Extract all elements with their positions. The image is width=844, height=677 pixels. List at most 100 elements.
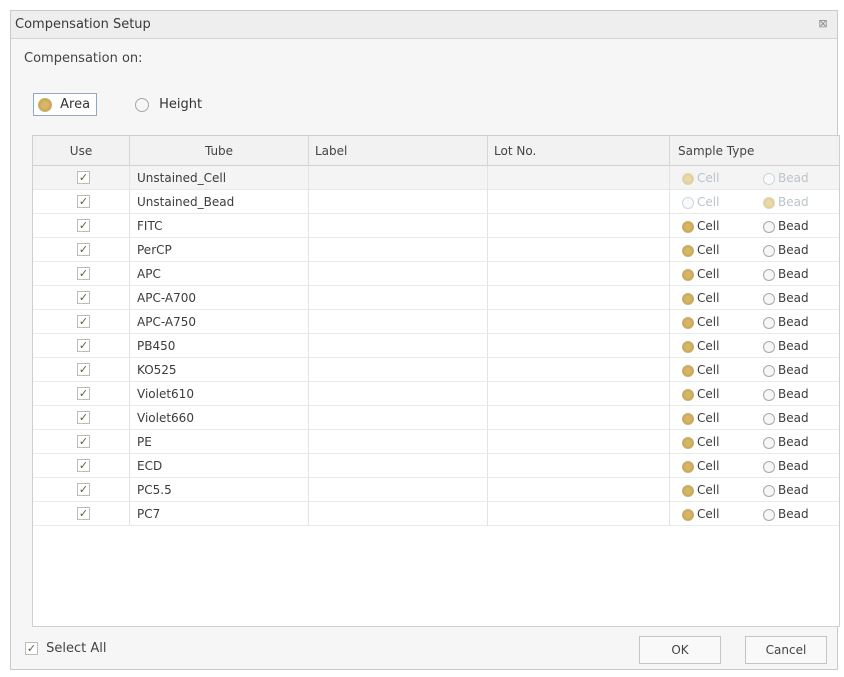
cancel-button[interactable]: Cancel [745, 636, 827, 664]
select-all-check-icon[interactable]: ✓ [25, 642, 38, 655]
sample-type-cell-option[interactable]: Cell [682, 430, 719, 454]
column-header-label[interactable]: Label [309, 136, 488, 166]
bead-radio-icon[interactable] [763, 436, 775, 449]
cell-radio-icon[interactable] [682, 388, 694, 401]
height-radio-icon[interactable] [135, 97, 149, 112]
use-checkbox[interactable]: ✓ [77, 459, 90, 472]
lot-cell[interactable] [488, 286, 670, 310]
bead-radio-icon[interactable] [763, 412, 775, 425]
label-cell[interactable] [309, 310, 488, 334]
sample-type-bead-option[interactable]: Bead [763, 430, 809, 454]
sample-type-cell-option[interactable]: Cell [682, 406, 719, 430]
lot-cell[interactable] [488, 190, 670, 214]
label-cell[interactable] [309, 214, 488, 238]
bead-radio-icon[interactable] [763, 340, 775, 353]
sample-type-cell-option[interactable]: Cell [682, 358, 719, 382]
sample-type-bead-option[interactable]: Bead [763, 286, 809, 310]
use-checkbox[interactable]: ✓ [77, 483, 90, 496]
use-checkbox[interactable]: ✓ [77, 339, 90, 352]
sample-type-cell-option[interactable]: Cell [682, 310, 719, 334]
table-row[interactable]: ✓ FITC Cell Bead [33, 214, 839, 238]
use-checkbox[interactable]: ✓ [77, 195, 90, 208]
label-cell[interactable] [309, 286, 488, 310]
lot-cell[interactable] [488, 478, 670, 502]
cell-radio-icon[interactable] [682, 460, 694, 473]
table-row[interactable]: ✓ APC Cell Bead [33, 262, 839, 286]
table-row[interactable]: ✓ Violet610 Cell Bead [33, 382, 839, 406]
lot-cell[interactable] [488, 166, 670, 190]
ok-button[interactable]: OK [639, 636, 721, 664]
table-row[interactable]: ✓ KO525 Cell Bead [33, 358, 839, 382]
label-cell[interactable] [309, 334, 488, 358]
sample-type-cell-option[interactable]: Cell [682, 262, 719, 286]
close-icon[interactable]: ⊠ [817, 18, 829, 30]
bead-radio-icon[interactable] [763, 364, 775, 377]
cell-radio-icon[interactable] [682, 412, 694, 425]
sample-type-cell-option[interactable]: Cell [682, 214, 719, 238]
sample-type-cell-option[interactable]: Cell [682, 238, 719, 262]
table-row[interactable]: ✓ Unstained_Bead Cell Bead [33, 190, 839, 214]
lot-cell[interactable] [488, 238, 670, 262]
area-radio-option[interactable]: Area [33, 93, 98, 116]
label-cell[interactable] [309, 358, 488, 382]
height-radio-option[interactable]: Height [135, 97, 202, 112]
use-checkbox[interactable]: ✓ [77, 171, 90, 184]
bead-radio-icon[interactable] [763, 388, 775, 401]
use-checkbox[interactable]: ✓ [77, 435, 90, 448]
table-row[interactable]: ✓ PB450 Cell Bead [33, 334, 839, 358]
use-checkbox[interactable]: ✓ [77, 507, 90, 520]
lot-cell[interactable] [488, 382, 670, 406]
column-header-sample-type[interactable]: Sample Type [670, 136, 839, 166]
sample-type-bead-option[interactable]: Bead [763, 502, 809, 526]
label-cell[interactable] [309, 238, 488, 262]
use-checkbox[interactable]: ✓ [77, 315, 90, 328]
sample-type-bead-option[interactable]: Bead [763, 214, 809, 238]
cell-radio-icon[interactable] [682, 364, 694, 377]
label-cell[interactable] [309, 262, 488, 286]
table-row[interactable]: ✓ PerCP Cell Bead [33, 238, 839, 262]
use-checkbox[interactable]: ✓ [77, 387, 90, 400]
table-row[interactable]: ✓ Violet660 Cell Bead [33, 406, 839, 430]
sample-type-bead-option[interactable]: Bead [763, 334, 809, 358]
sample-type-cell-option[interactable]: Cell [682, 478, 719, 502]
sample-type-cell-option[interactable]: Cell [682, 334, 719, 358]
cell-radio-icon[interactable] [682, 340, 694, 353]
table-row[interactable]: ✓ PC7 Cell Bead [33, 502, 839, 526]
select-all-checkbox[interactable]: ✓ Select All [25, 641, 107, 656]
label-cell[interactable] [309, 166, 488, 190]
sample-type-bead-option[interactable]: Bead [763, 358, 809, 382]
label-cell[interactable] [309, 478, 488, 502]
label-cell[interactable] [309, 502, 488, 526]
sample-type-bead-option[interactable]: Bead [763, 478, 809, 502]
lot-cell[interactable] [488, 406, 670, 430]
sample-type-cell-option[interactable]: Cell [682, 502, 719, 526]
table-row[interactable]: ✓ APC-A700 Cell Bead [33, 286, 839, 310]
cell-radio-icon[interactable] [682, 268, 694, 281]
bead-radio-icon[interactable] [763, 244, 775, 257]
bead-radio-icon[interactable] [763, 484, 775, 497]
use-checkbox[interactable]: ✓ [77, 243, 90, 256]
bead-radio-icon[interactable] [763, 220, 775, 233]
cell-radio-icon[interactable] [682, 244, 694, 257]
sample-type-bead-option[interactable]: Bead [763, 454, 809, 478]
label-cell[interactable] [309, 406, 488, 430]
column-header-lot-no[interactable]: Lot No. [488, 136, 670, 166]
column-header-use[interactable]: Use [33, 136, 130, 166]
use-checkbox[interactable]: ✓ [77, 267, 90, 280]
label-cell[interactable] [309, 190, 488, 214]
table-row[interactable]: ✓ Unstained_Cell Cell Bead [33, 166, 839, 190]
lot-cell[interactable] [488, 214, 670, 238]
column-header-tube[interactable]: Tube [130, 136, 309, 166]
lot-cell[interactable] [488, 358, 670, 382]
use-checkbox[interactable]: ✓ [77, 411, 90, 424]
cell-radio-icon[interactable] [682, 220, 694, 233]
use-checkbox[interactable]: ✓ [77, 291, 90, 304]
bead-radio-icon[interactable] [763, 508, 775, 521]
lot-cell[interactable] [488, 502, 670, 526]
bead-radio-icon[interactable] [763, 292, 775, 305]
use-checkbox[interactable]: ✓ [77, 219, 90, 232]
label-cell[interactable] [309, 430, 488, 454]
sample-type-cell-option[interactable]: Cell [682, 286, 719, 310]
cell-radio-icon[interactable] [682, 436, 694, 449]
lot-cell[interactable] [488, 454, 670, 478]
